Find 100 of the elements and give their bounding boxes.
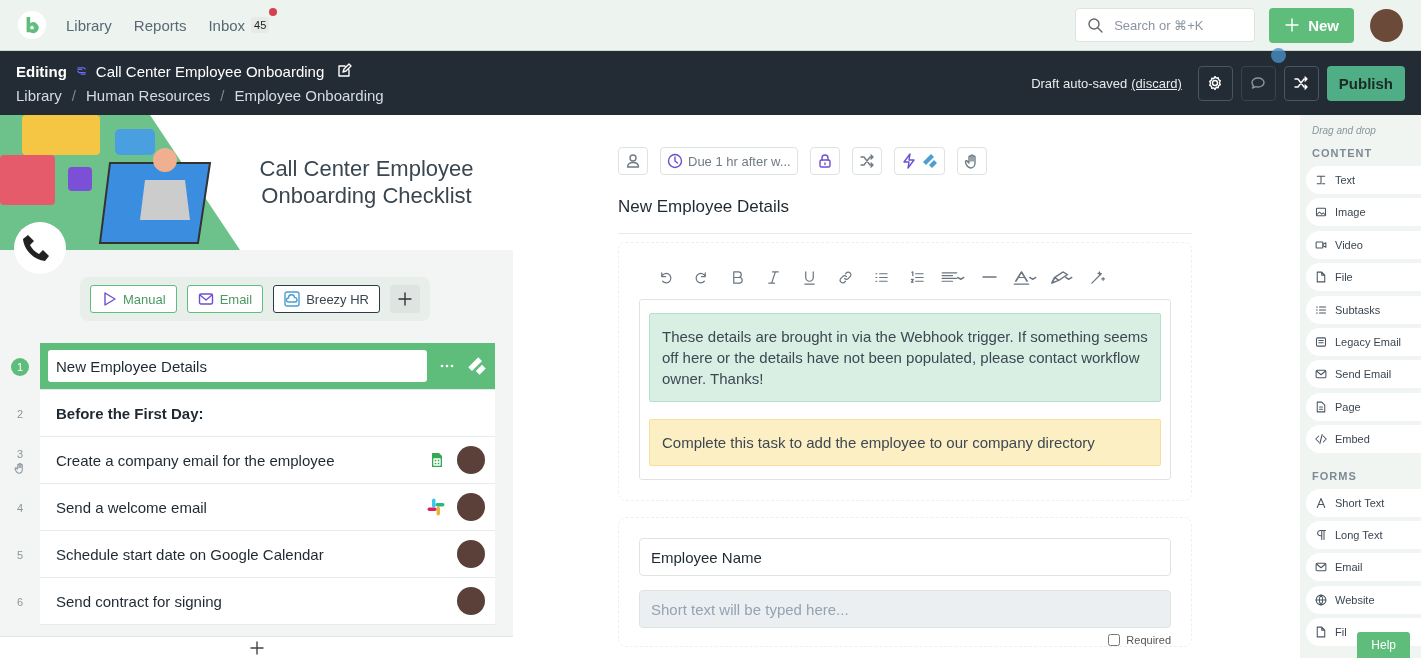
widget-item[interactable]: Email bbox=[1306, 553, 1421, 582]
magic-wand-icon bbox=[1089, 269, 1105, 285]
nav-link[interactable]: Library bbox=[66, 16, 112, 34]
text-color-icon bbox=[1013, 269, 1037, 285]
task-number: 3 bbox=[16, 447, 24, 460]
shuffle-button[interactable] bbox=[1283, 65, 1319, 101]
widget-item[interactable]: Embed bbox=[1306, 425, 1421, 454]
assignee-avatar[interactable] bbox=[457, 446, 485, 474]
edit-icon bbox=[336, 63, 353, 79]
required-label: Required bbox=[1126, 634, 1171, 646]
video-icon bbox=[1315, 238, 1327, 251]
assignee-button[interactable] bbox=[618, 147, 648, 175]
drag-hint: Drag and drop bbox=[1312, 125, 1377, 136]
widget-item[interactable]: Website bbox=[1306, 585, 1421, 614]
save-status: Draft auto-saved bbox=[1031, 75, 1128, 91]
breadcrumb-link[interactable]: Employee Onboarding bbox=[234, 86, 384, 104]
trigger-button[interactable]: Manual bbox=[90, 285, 177, 313]
short-text-field[interactable]: Short text will be typed here... bbox=[639, 590, 1171, 628]
due-date-button[interactable]: Due 1 hr after w... bbox=[660, 147, 798, 175]
field-label-input[interactable]: Employee Name bbox=[639, 538, 1171, 576]
nav-link[interactable]: Reports bbox=[133, 16, 187, 34]
breadcrumb-link[interactable]: Library bbox=[16, 86, 62, 104]
assignee-avatar[interactable] bbox=[457, 540, 485, 568]
speech-bubble-icon bbox=[1250, 75, 1267, 91]
nav-link[interactable]: Inbox bbox=[208, 16, 246, 34]
cloud-icon bbox=[284, 291, 301, 307]
plus-icon bbox=[397, 291, 413, 307]
file-icon bbox=[1315, 626, 1327, 639]
workflow-title: Call Center Employee Onboarding bbox=[95, 62, 325, 80]
task-title: Send contract for signing bbox=[56, 592, 223, 610]
assignee-avatar[interactable] bbox=[457, 493, 485, 521]
settings-icon bbox=[1207, 75, 1224, 91]
inbox-count: 45 bbox=[251, 17, 270, 33]
page-icon bbox=[1315, 400, 1327, 413]
settings-button[interactable] bbox=[1197, 65, 1233, 101]
task-number: 6 bbox=[16, 595, 24, 608]
task-title-field[interactable]: New Employee Details bbox=[48, 350, 427, 382]
conditional-button[interactable] bbox=[851, 147, 882, 175]
permissions-button[interactable] bbox=[809, 147, 840, 175]
task-heading: New Employee Details bbox=[618, 197, 790, 217]
task-row[interactable]: Send contract for signing bbox=[40, 578, 495, 625]
task-number: 5 bbox=[16, 548, 24, 561]
italic-icon bbox=[765, 269, 781, 285]
lightning-icon bbox=[900, 153, 917, 169]
task-title: Create a company email for the employee bbox=[56, 451, 336, 469]
code-icon bbox=[1315, 433, 1327, 446]
stop-task-button[interactable] bbox=[956, 147, 987, 175]
task-number: 2 bbox=[16, 407, 24, 420]
widget-item[interactable]: File bbox=[1306, 263, 1421, 292]
align-icon bbox=[941, 269, 965, 285]
discard-link[interactable]: (discard) bbox=[1131, 75, 1182, 91]
brush-icon bbox=[1049, 269, 1073, 285]
task-row[interactable]: Create a company email for the employee bbox=[40, 437, 495, 484]
widget-item[interactable]: Page bbox=[1306, 392, 1421, 421]
shuffle-icon bbox=[858, 153, 875, 169]
automation-button[interactable] bbox=[893, 147, 945, 175]
add-trigger-button[interactable] bbox=[390, 285, 420, 313]
widget-item[interactable]: Image bbox=[1306, 198, 1421, 227]
plus-icon bbox=[248, 639, 265, 656]
add-task-button[interactable] bbox=[248, 639, 265, 656]
horizontal-rule-icon bbox=[981, 276, 997, 278]
task-row[interactable]: Before the First Day: bbox=[40, 390, 495, 437]
app-logo[interactable] bbox=[18, 11, 46, 39]
search-field[interactable]: Search or ⌘+K bbox=[1075, 8, 1256, 42]
info-callout: These details are brought in via the Webhook trigger. If something seems off here or the details have not been populated, please contact workflow owner. Thanks! bbox=[649, 313, 1161, 402]
task-number: 4 bbox=[16, 501, 24, 514]
assignee-avatar[interactable] bbox=[457, 587, 485, 615]
globe-icon bbox=[1315, 593, 1327, 606]
task-row[interactable]: Send a welcome email bbox=[40, 484, 495, 531]
mail-icon bbox=[1315, 368, 1327, 381]
task-row[interactable]: New Employee Details bbox=[40, 343, 495, 390]
lock-icon bbox=[816, 153, 833, 169]
user-avatar[interactable] bbox=[1370, 8, 1403, 42]
widget-item[interactable]: Send Email bbox=[1306, 360, 1421, 389]
comments-button[interactable] bbox=[1240, 65, 1276, 101]
required-checkbox[interactable] bbox=[1108, 634, 1121, 646]
numbered-list-icon bbox=[909, 269, 925, 285]
widget-item[interactable]: Legacy Email bbox=[1306, 327, 1421, 356]
task-number: 1 bbox=[11, 357, 29, 376]
task-row[interactable]: Schedule start date on Google Calendar bbox=[40, 531, 495, 578]
widget-item[interactable]: Video bbox=[1306, 230, 1421, 259]
trigger-button[interactable]: Breezy HR bbox=[273, 285, 380, 313]
section-heading: Before the First Day: bbox=[56, 404, 205, 422]
letter-icon bbox=[1315, 496, 1327, 509]
plus-icon bbox=[1284, 17, 1301, 33]
redo-icon bbox=[693, 269, 709, 285]
play-icon bbox=[101, 291, 117, 307]
widget-item[interactable]: Short Text bbox=[1306, 488, 1421, 517]
trigger-button[interactable]: Email bbox=[186, 285, 264, 313]
para-icon bbox=[1315, 528, 1327, 541]
task-title: Send a welcome email bbox=[56, 498, 208, 516]
breadcrumb-link[interactable]: Human Resources bbox=[86, 86, 211, 104]
widget-item[interactable]: Long Text bbox=[1306, 520, 1421, 549]
section-heading: CONTENT bbox=[1312, 147, 1374, 159]
mode-label: Editing bbox=[16, 62, 67, 80]
widget-item[interactable]: Text bbox=[1306, 166, 1421, 194]
publish-button[interactable]: Publish bbox=[1326, 65, 1405, 101]
breadcrumb-separator: / bbox=[220, 86, 225, 104]
diagonal-stripes-icon bbox=[467, 356, 487, 376]
widget-item[interactable]: Subtasks bbox=[1306, 295, 1421, 324]
